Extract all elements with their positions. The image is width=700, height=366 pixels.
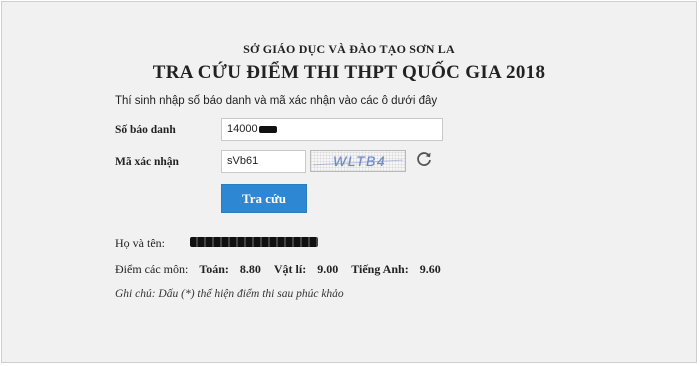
captcha-image-text: WLTB4	[333, 153, 387, 169]
scores-label: Điểm các môn:	[115, 262, 189, 276]
captcha-label: Mã xác nhận	[115, 156, 179, 168]
name-row: Họ và tên:	[115, 236, 165, 251]
score-english: 9.60	[419, 262, 441, 276]
sbd-redaction	[258, 125, 277, 133]
scores-row: Điểm các môn: Toán: 8.80 Vật lí: 9.00 Ti…	[115, 262, 451, 277]
subject-english: Tiếng Anh:	[351, 262, 409, 276]
sbd-input[interactable]: 14000	[221, 118, 443, 141]
instructions-text: Thí sinh nhập số báo danh và mã xác nhận…	[115, 95, 438, 107]
lookup-panel: SỞ GIÁO DỤC VÀ ĐÀO TẠO SƠN LA TRA CỨU ĐI…	[1, 1, 697, 363]
note-text: Ghi chú: Dấu (*) thể hiện điểm thi sau p…	[115, 288, 344, 300]
refresh-icon[interactable]	[415, 150, 433, 168]
sbd-input-value: 14000	[227, 123, 258, 135]
sbd-label: Số báo danh	[115, 124, 176, 136]
captcha-image: WLTB4	[310, 150, 406, 172]
subject-math: Toán:	[199, 262, 229, 276]
name-redaction	[190, 237, 318, 247]
captcha-input[interactable]: sVb61	[221, 150, 306, 173]
subject-physics: Vật lí:	[273, 262, 307, 276]
score-physics: 9.00	[317, 262, 339, 276]
submit-button[interactable]: Tra cứu	[221, 184, 307, 213]
page-title: TRA CỨU ĐIỂM THI THPT QUỐC GIA 2018	[152, 62, 546, 83]
name-label: Họ và tên:	[115, 236, 165, 250]
score-math: 8.80	[239, 262, 261, 276]
department-heading: SỞ GIÁO DỤC VÀ ĐÀO TẠO SƠN LA	[243, 42, 455, 56]
